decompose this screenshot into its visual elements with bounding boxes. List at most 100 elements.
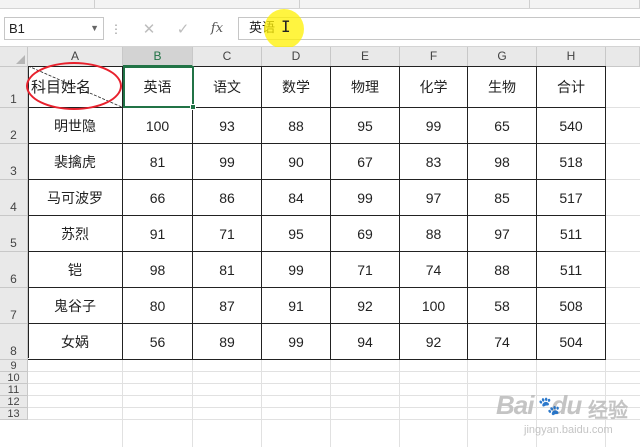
row-header-5[interactable]: 5 <box>0 216 28 252</box>
score-cell[interactable]: 84 <box>262 180 331 216</box>
score-cell[interactable]: 74 <box>400 252 468 288</box>
student-name-cell[interactable]: 明世隐 <box>28 108 123 144</box>
row-header-9[interactable]: 9 <box>0 360 28 372</box>
subject-header-cell[interactable]: 生物 <box>468 67 537 108</box>
student-name-cell[interactable]: 马可波罗 <box>28 180 123 216</box>
column-header-h[interactable]: H <box>537 47 606 67</box>
score-cell[interactable]: 80 <box>123 288 193 324</box>
score-cell[interactable]: 94 <box>331 324 400 360</box>
score-cell[interactable]: 87 <box>193 288 262 324</box>
score-cell[interactable]: 99 <box>193 144 262 180</box>
check-icon[interactable]: ✓ <box>170 18 196 40</box>
row-header-2[interactable]: 2 <box>0 108 28 144</box>
close-icon[interactable]: ✕ <box>136 18 162 40</box>
column-header-d[interactable]: D <box>262 47 331 67</box>
cell-text: 鬼谷子 <box>54 298 96 315</box>
subject-header-cell[interactable]: 语文 <box>193 67 262 108</box>
score-cell[interactable]: 97 <box>400 180 468 216</box>
score-cell[interactable]: 71 <box>193 216 262 252</box>
score-cell[interactable]: 98 <box>123 252 193 288</box>
fill-handle[interactable] <box>190 104 196 110</box>
score-cell[interactable]: 91 <box>123 216 193 252</box>
subject-header-cell[interactable]: 数学 <box>262 67 331 108</box>
row-header-7[interactable]: 7 <box>0 288 28 324</box>
score-cell[interactable]: 92 <box>400 324 468 360</box>
score-cell[interactable]: 99 <box>262 252 331 288</box>
score-cell[interactable]: 95 <box>331 108 400 144</box>
score-cell[interactable]: 97 <box>468 216 537 252</box>
row-header-6[interactable]: 6 <box>0 252 28 288</box>
score-cell[interactable]: 99 <box>262 324 331 360</box>
more-options-icon[interactable]: ⋮ <box>110 22 122 36</box>
student-name-cell[interactable]: 鬼谷子 <box>28 288 123 324</box>
chevron-down-icon[interactable]: ▼ <box>90 18 99 39</box>
score-cell[interactable]: 90 <box>262 144 331 180</box>
score-cell[interactable]: 511 <box>537 216 606 252</box>
subject-header-cell[interactable]: 合计 <box>537 67 606 108</box>
row-header-11[interactable]: 11 <box>0 384 28 396</box>
score-cell[interactable]: 74 <box>468 324 537 360</box>
score-cell[interactable]: 100 <box>400 288 468 324</box>
score-cell[interactable]: 81 <box>193 252 262 288</box>
score-cell[interactable]: 71 <box>331 252 400 288</box>
score-cell[interactable]: 88 <box>400 216 468 252</box>
score-cell[interactable]: 81 <box>123 144 193 180</box>
score-cell[interactable]: 91 <box>262 288 331 324</box>
column-header-b[interactable]: B <box>123 47 193 67</box>
score-cell[interactable]: 508 <box>537 288 606 324</box>
row-number: 2 <box>10 128 17 142</box>
cell-text: 85 <box>494 189 510 206</box>
score-cell[interactable]: 89 <box>193 324 262 360</box>
row-header-10[interactable]: 10 <box>0 372 28 384</box>
subject-header-cell[interactable]: 物理 <box>331 67 400 108</box>
score-cell[interactable]: 540 <box>537 108 606 144</box>
score-cell[interactable]: 58 <box>468 288 537 324</box>
score-cell[interactable]: 92 <box>331 288 400 324</box>
name-box[interactable]: B1 ▼ <box>4 17 104 40</box>
student-name-cell[interactable]: 女娲 <box>28 324 123 360</box>
score-cell[interactable]: 85 <box>468 180 537 216</box>
row-number: 9 <box>10 359 17 372</box>
score-cell[interactable]: 88 <box>468 252 537 288</box>
score-cell[interactable]: 511 <box>537 252 606 288</box>
select-all-icon <box>16 55 25 64</box>
column-header-g[interactable]: G <box>468 47 537 67</box>
score-cell[interactable]: 88 <box>262 108 331 144</box>
select-all-corner[interactable] <box>0 47 28 67</box>
score-cell[interactable]: 93 <box>193 108 262 144</box>
score-cell[interactable]: 98 <box>468 144 537 180</box>
score-cell[interactable]: 95 <box>262 216 331 252</box>
gridline <box>606 359 640 360</box>
score-cell[interactable]: 66 <box>123 180 193 216</box>
insert-function-button[interactable]: fx <box>204 18 230 40</box>
cell-text: 98 <box>149 261 166 278</box>
row-header-8[interactable]: 8 <box>0 324 28 360</box>
score-cell[interactable]: 86 <box>193 180 262 216</box>
score-cell[interactable]: 56 <box>123 324 193 360</box>
score-cell[interactable]: 69 <box>331 216 400 252</box>
subject-header-cell[interactable]: 化学 <box>400 67 468 108</box>
row-header-12[interactable]: 12 <box>0 396 28 408</box>
student-name-cell[interactable]: 铠 <box>28 252 123 288</box>
row-header-13[interactable]: 13 <box>0 408 28 420</box>
score-cell[interactable]: 504 <box>537 324 606 360</box>
student-name-cell[interactable]: 苏烈 <box>28 216 123 252</box>
score-cell[interactable]: 99 <box>331 180 400 216</box>
cell-text: 88 <box>494 261 510 278</box>
column-header-f[interactable]: F <box>400 47 468 67</box>
score-cell[interactable]: 518 <box>537 144 606 180</box>
gridline <box>606 215 640 216</box>
score-cell[interactable]: 67 <box>331 144 400 180</box>
column-header-c[interactable]: C <box>193 47 262 67</box>
score-cell[interactable]: 517 <box>537 180 606 216</box>
column-header-e[interactable]: E <box>331 47 400 67</box>
row-header-1[interactable]: 1 <box>0 67 28 108</box>
row-header-4[interactable]: 4 <box>0 180 28 216</box>
score-cell[interactable]: 65 <box>468 108 537 144</box>
score-cell[interactable]: 100 <box>123 108 193 144</box>
score-cell[interactable]: 83 <box>400 144 468 180</box>
score-cell[interactable]: 99 <box>400 108 468 144</box>
row-header-3[interactable]: 3 <box>0 144 28 180</box>
student-name-cell[interactable]: 裴擒虎 <box>28 144 123 180</box>
gridline <box>606 107 640 108</box>
